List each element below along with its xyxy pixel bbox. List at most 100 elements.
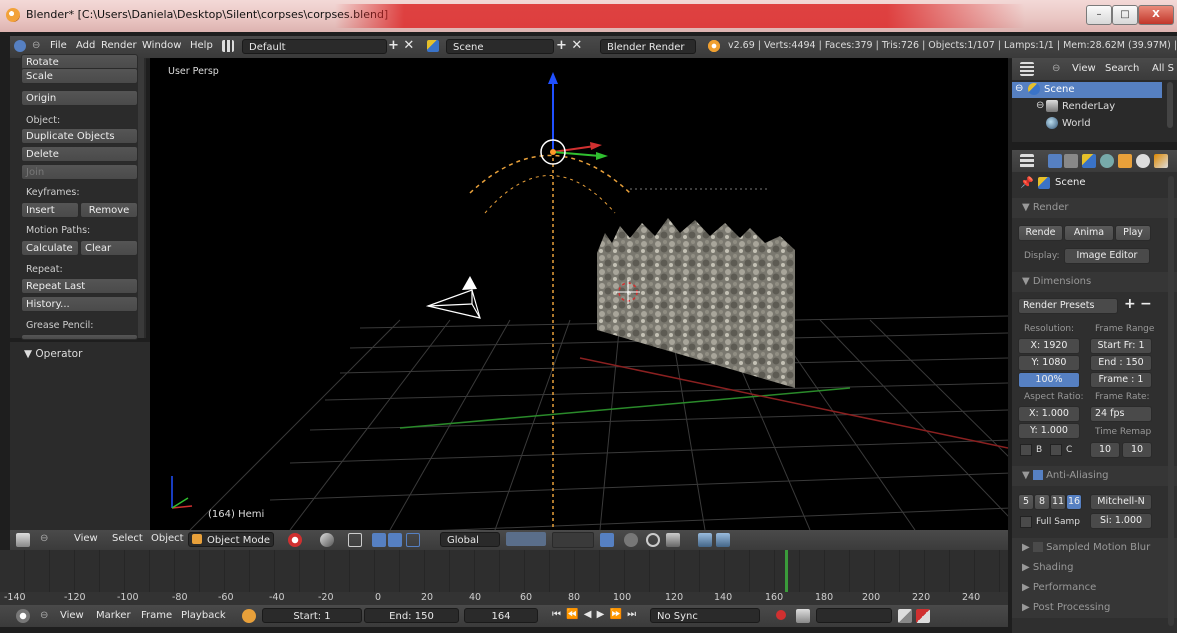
repeat-last-button[interactable]: Repeat Last xyxy=(21,278,138,294)
post-processing-panel-header[interactable]: ▶ Post Processing xyxy=(1012,598,1177,618)
info-editor-icon[interactable] xyxy=(14,40,26,52)
keying-set-icon[interactable] xyxy=(796,609,810,623)
calculate-paths-button[interactable]: Calculate xyxy=(21,240,79,256)
menu-render[interactable]: Render xyxy=(101,40,137,51)
constraints-context-icon[interactable] xyxy=(1136,154,1150,168)
crop-checkbox[interactable] xyxy=(1050,444,1062,456)
shading-panel-header[interactable]: ▶ Shading xyxy=(1012,558,1177,578)
aspect-x-field[interactable]: X: 1.000 xyxy=(1018,406,1080,422)
y-gizmo-arrow[interactable] xyxy=(596,152,608,160)
x-gizmo-arrow[interactable] xyxy=(590,142,602,150)
outliner-item-renderlayer[interactable]: RenderLay xyxy=(1062,101,1115,112)
maximize-button[interactable]: □ xyxy=(1112,5,1138,25)
pin-icon[interactable]: 📌 xyxy=(1020,176,1034,189)
editor-type-icon[interactable] xyxy=(16,533,30,547)
scale-manipulator-icon[interactable] xyxy=(406,533,420,547)
add-screen-icon[interactable]: + ✕ xyxy=(388,38,414,53)
timeline-editor[interactable] xyxy=(0,550,1008,605)
properties-editor-icon[interactable] xyxy=(1020,154,1034,168)
screen-layout-icon[interactable] xyxy=(222,40,234,52)
insert-keyframe-icon[interactable] xyxy=(898,609,912,623)
snap-icon[interactable] xyxy=(646,533,660,547)
delete-keyframe-icon[interactable] xyxy=(916,609,930,623)
menu-window[interactable]: Window xyxy=(142,40,181,51)
resolution-x-field[interactable]: X: 1920 xyxy=(1018,338,1080,354)
pivot-point-icon[interactable] xyxy=(320,533,334,547)
scale-button[interactable]: Scale xyxy=(21,68,138,84)
menu-file[interactable]: File xyxy=(50,40,67,51)
aa-samples-11[interactable]: 11 xyxy=(1050,494,1066,510)
resolution-y-field[interactable]: Y: 1080 xyxy=(1018,355,1080,371)
aa-samples-16[interactable]: 16 xyxy=(1066,494,1082,510)
outliner-editor-icon[interactable] xyxy=(1020,62,1034,76)
anti-aliasing-panel-header[interactable]: ▼ Anti-Aliasing xyxy=(1012,466,1177,486)
render-panel-header[interactable]: ▼ Render xyxy=(1012,198,1177,218)
border-checkbox[interactable] xyxy=(1020,444,1032,456)
scene-field[interactable]: Scene xyxy=(446,39,554,54)
viewport-shading-icon[interactable] xyxy=(288,533,302,547)
object-context-icon[interactable] xyxy=(1118,154,1132,168)
menu-help[interactable]: Help xyxy=(190,40,213,51)
timeline-menu-marker[interactable]: Marker xyxy=(96,610,131,621)
layer-buttons-1[interactable] xyxy=(506,532,546,546)
delete-button[interactable]: Delete xyxy=(21,146,138,162)
history-button[interactable]: History... xyxy=(21,296,138,312)
keying-set-field[interactable] xyxy=(816,608,892,623)
end-frame-field[interactable]: End: 150 xyxy=(364,608,459,623)
world-context-icon[interactable] xyxy=(1100,154,1114,168)
close-button[interactable]: X xyxy=(1138,5,1174,25)
current-frame-field[interactable]: 164 xyxy=(464,608,538,623)
timeline-menu-frame[interactable]: Frame xyxy=(141,610,172,621)
join-button[interactable]: Join xyxy=(21,164,138,180)
insert-keyframe-button[interactable]: Insert xyxy=(21,202,79,218)
screen-layout-field[interactable]: Default xyxy=(242,39,387,54)
performance-panel-header[interactable]: ▶ Performance xyxy=(1012,578,1177,598)
collapse-menu-icon[interactable]: ⊖ xyxy=(40,533,48,544)
toolshelf-scrollbar[interactable] xyxy=(138,58,144,338)
lock-camera-icon[interactable] xyxy=(600,533,614,547)
timeline-menu-view[interactable]: View xyxy=(60,610,84,621)
aa-samples-5[interactable]: 5 xyxy=(1018,494,1034,510)
outliner-menu-view[interactable]: View xyxy=(1072,63,1096,74)
3d-viewport[interactable]: User Persp (164) Hemi xyxy=(150,58,1008,530)
anti-aliasing-checkbox[interactable] xyxy=(1032,470,1043,480)
proportional-edit-icon[interactable] xyxy=(624,533,638,547)
translate-manipulator-icon[interactable] xyxy=(372,533,386,547)
playback-controls-icon[interactable]: ⏮ ⏪ ◀ ▶ ⏩ ⏭ xyxy=(552,609,637,620)
operator-panel-title[interactable]: ▼ Operator xyxy=(24,348,82,360)
outliner-filter-dropdown[interactable]: All S xyxy=(1152,63,1174,74)
render-presets-dropdown[interactable]: Render Presets xyxy=(1018,298,1118,314)
z-gizmo-arrow[interactable] xyxy=(548,72,558,84)
properties-scrollbar[interactable] xyxy=(1168,176,1174,626)
grease-pencil-draw-button[interactable] xyxy=(21,334,138,340)
remove-preset-icon[interactable]: − xyxy=(1140,296,1152,312)
frame-rate-dropdown[interactable]: 24 fps xyxy=(1090,406,1152,422)
transform-orientation-dropdown[interactable]: Global xyxy=(440,532,500,547)
preview-range-icon[interactable] xyxy=(242,609,256,623)
rotate-manipulator-icon[interactable] xyxy=(388,533,402,547)
frame-step-field[interactable]: Frame : 1 xyxy=(1090,372,1152,388)
render-engine-dropdown[interactable]: Blender Render xyxy=(600,39,696,54)
full-sample-checkbox[interactable] xyxy=(1020,516,1032,528)
scene-context-icon[interactable] xyxy=(1082,154,1096,168)
menu-view[interactable]: View xyxy=(74,533,98,544)
render-animation-icon[interactable] xyxy=(716,533,730,547)
layer-buttons-2[interactable] xyxy=(552,532,594,548)
y-gizmo-axis[interactable] xyxy=(552,151,601,157)
add-preset-icon[interactable]: + xyxy=(1124,296,1136,312)
display-dropdown[interactable]: Image Editor xyxy=(1064,248,1150,264)
duplicate-objects-button[interactable]: Duplicate Objects xyxy=(21,128,138,144)
resolution-percentage-field[interactable]: 100% xyxy=(1018,372,1080,388)
start-frame-field[interactable]: Start: 1 xyxy=(262,608,362,623)
rubble-plane-object[interactable] xyxy=(597,218,795,388)
sync-mode-dropdown[interactable]: No Sync xyxy=(650,608,760,623)
expand-icon[interactable]: ⊖ xyxy=(1036,100,1044,111)
timeline-menu-playback[interactable]: Playback xyxy=(181,610,226,621)
outliner-scrollbar[interactable] xyxy=(1167,82,1173,128)
end-frame-field[interactable]: End : 150 xyxy=(1090,355,1152,371)
camera-object[interactable] xyxy=(425,289,481,319)
manipulator-toggle-icon[interactable] xyxy=(348,533,362,547)
menu-object[interactable]: Object xyxy=(151,533,184,544)
x-gizmo-axis[interactable] xyxy=(552,145,596,153)
dimensions-panel-header[interactable]: ▼ Dimensions xyxy=(1012,272,1177,292)
